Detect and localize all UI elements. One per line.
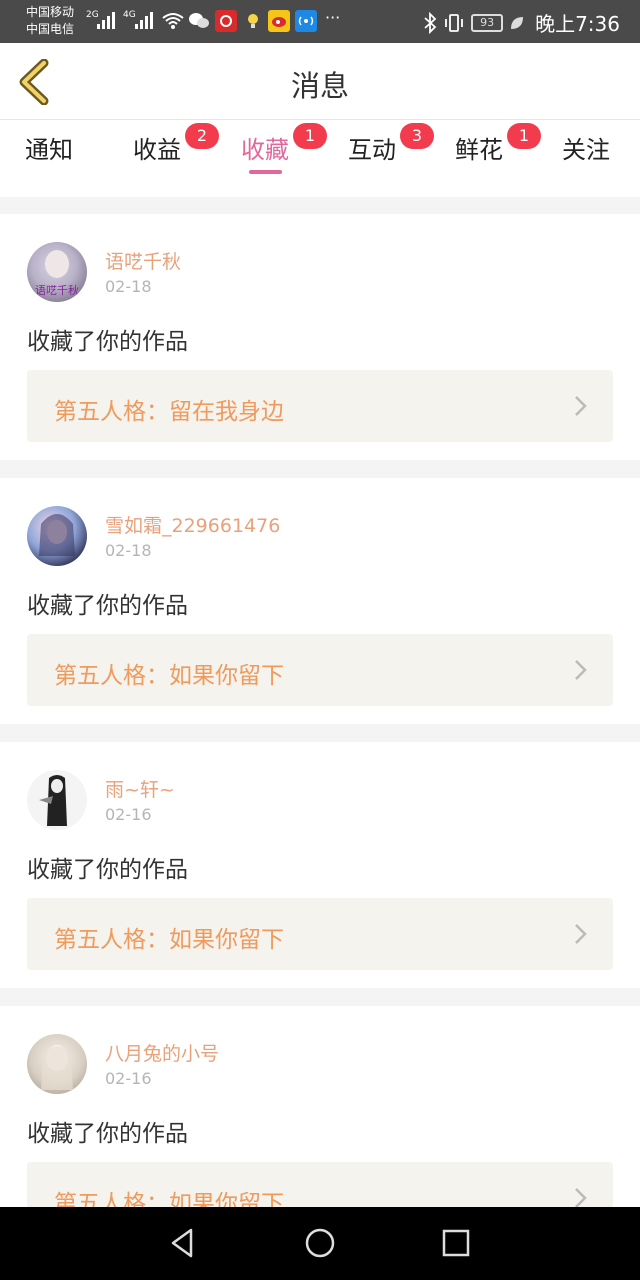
nav-back-icon[interactable] (165, 1225, 201, 1261)
avatar-logo-text: 语呓千秋 (35, 283, 79, 297)
message-card: 雨~轩~ 02-16 收藏了你的作品 第五人格：如果你留下 (0, 742, 640, 988)
tab-favorites[interactable]: 收藏 1 (241, 123, 327, 174)
signal-bars-1-icon (97, 11, 115, 29)
message-action: 收藏了你的作品 (27, 593, 188, 619)
tab-badge: 1 (507, 123, 541, 149)
network-type-2: 4G (123, 10, 136, 20)
user-name[interactable]: 雨~轩~ (105, 775, 175, 802)
broadcast-icon (295, 10, 317, 32)
user-avatar[interactable] (27, 506, 87, 566)
user-avatar[interactable] (27, 770, 87, 830)
page-title: 消息 (290, 69, 349, 103)
message-card: 语呓千秋 语呓千秋 02-18 收藏了你的作品 第五人格：留在我身边 (0, 214, 640, 460)
status-right: 93 晚上7:36 (423, 8, 620, 37)
carrier-2: 中国电信 (26, 22, 75, 36)
work-title: 第五人格：如果你留下 (54, 927, 284, 953)
chevron-right-icon (575, 396, 587, 416)
message-card: 雪如霜_229661476 02-18 收藏了你的作品 第五人格：如果你留下 (0, 478, 640, 724)
message-date: 02-18 (105, 277, 152, 296)
page-header: 消息 (0, 43, 640, 120)
message-tabs: 通知 收益 2 收藏 1 互动 3 鲜花 1 关注 (0, 120, 640, 197)
message-date: 02-16 (105, 805, 152, 824)
tab-flowers[interactable]: 鲜花 1 (455, 123, 541, 165)
vibrate-icon (445, 13, 463, 32)
work-title: 第五人格：留在我身边 (54, 399, 284, 425)
work-title: 第五人格：如果你留下 (54, 663, 284, 689)
tab-label: 收益 (133, 136, 181, 164)
tab-label: 互动 (348, 136, 396, 164)
tab-follow[interactable]: 关注 (562, 130, 610, 165)
message-date: 02-18 (105, 541, 152, 560)
tab-label: 关注 (562, 136, 610, 164)
chevron-right-icon (575, 924, 587, 944)
tab-label: 收藏 (241, 136, 289, 164)
message-action: 收藏了你的作品 (27, 1121, 188, 1147)
bulb-icon (242, 10, 264, 32)
carrier-1: 中国移动 (26, 5, 75, 19)
carrier-info: 中国移动 中国电信 (26, 4, 74, 38)
signal-bars-2-icon (135, 11, 153, 29)
wechat-icon (188, 10, 210, 32)
active-tab-indicator (249, 170, 282, 174)
work-link[interactable]: 第五人格：如果你留下 (27, 898, 613, 970)
clock: 晚上7:36 (535, 12, 620, 36)
system-nav-bar (0, 1207, 640, 1280)
message-action: 收藏了你的作品 (27, 857, 188, 883)
more-notifications: ··· (325, 8, 341, 27)
tab-earnings[interactable]: 收益 2 (133, 123, 219, 165)
netease-music-icon (215, 10, 237, 32)
leaf-icon (511, 16, 524, 29)
weibo-icon (268, 10, 290, 32)
message-action: 收藏了你的作品 (27, 329, 188, 355)
tab-label: 鲜花 (455, 136, 503, 164)
tab-label: 通知 (25, 136, 73, 164)
nav-recent-icon[interactable] (438, 1225, 474, 1261)
message-date: 02-16 (105, 1069, 152, 1088)
status-bar: 中国移动 中国电信 2G 4G ··· 93 晚上7:36 (0, 0, 640, 43)
tab-badge: 2 (185, 123, 219, 149)
work-link[interactable]: 第五人格：留在我身边 (27, 370, 613, 442)
work-link[interactable]: 第五人格：如果你留下 (27, 634, 613, 706)
wifi-icon (162, 10, 184, 32)
battery-indicator: 93 (471, 13, 504, 32)
tab-badge: 3 (400, 123, 434, 149)
tab-badge: 1 (293, 123, 327, 149)
user-avatar[interactable] (27, 1034, 87, 1094)
chevron-right-icon (575, 660, 587, 680)
user-name[interactable]: 语呓千秋 (105, 247, 181, 274)
tab-interaction[interactable]: 互动 3 (348, 123, 434, 165)
user-name[interactable]: 八月兔的小号 (105, 1039, 219, 1066)
tab-notice[interactable]: 通知 (25, 130, 73, 165)
bluetooth-icon (424, 11, 437, 34)
nav-home-icon[interactable] (302, 1225, 338, 1261)
user-avatar[interactable]: 语呓千秋 (27, 242, 87, 302)
user-name[interactable]: 雪如霜_229661476 (105, 511, 280, 538)
